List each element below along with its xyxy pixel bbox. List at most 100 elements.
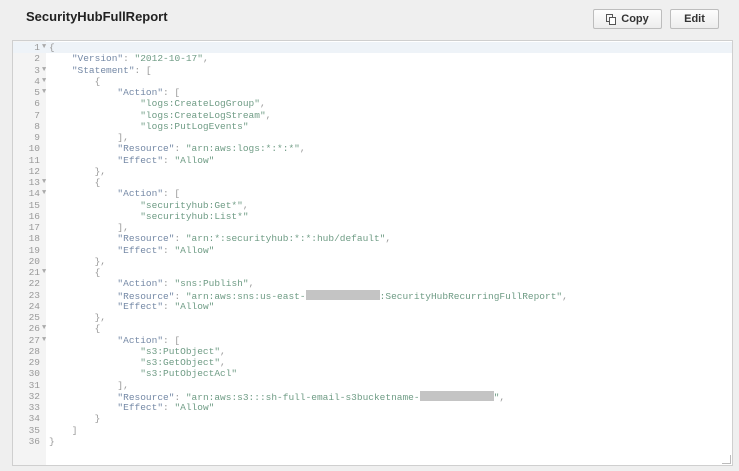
code-text: { — [49, 177, 101, 188]
code-text: "Action": [ — [49, 188, 180, 199]
line-number: 22 — [28, 278, 40, 290]
line-number: 3 — [34, 64, 40, 76]
code-line: 20 }, — [13, 256, 732, 267]
json-punctuation: : [ — [163, 334, 181, 346]
line-number: 17 — [28, 222, 40, 233]
json-string: "Allow" — [174, 300, 215, 312]
json-punctuation: ] — [49, 424, 78, 436]
line-number: 8 — [34, 120, 40, 132]
json-string: "arn:*:securityhub:*:*:hub/default" — [185, 233, 386, 245]
json-punctuation — [49, 87, 117, 98]
code-line: 27 ▼ "Action": [ — [13, 335, 732, 346]
json-punctuation: ], — [49, 132, 129, 143]
json-key: "Action" — [117, 334, 164, 346]
line-number: 14 — [28, 188, 40, 200]
json-string: "arn:aws:logs:*:*:*" — [185, 143, 300, 155]
json-punctuation — [49, 278, 117, 289]
json-key: "Effect" — [117, 402, 164, 413]
json-key: "Resource" — [117, 143, 175, 155]
json-punctuation: }, — [49, 165, 107, 177]
line-number: 31 — [28, 379, 40, 391]
json-key: "Statement" — [71, 64, 135, 76]
code-line: 23 "Resource": "arn:aws:sns:us-east-:Sec… — [13, 289, 732, 302]
fold-arrow-icon[interactable]: ▼ — [42, 65, 46, 76]
fold-arrow-icon[interactable]: ▼ — [42, 177, 46, 188]
code-line: 36} — [13, 436, 732, 447]
code-line: 24 "Effect": "Allow" — [13, 301, 732, 312]
code-text: "Resource": "arn:*:securityhub:*:*:hub/d… — [49, 233, 391, 244]
line-number: 30 — [28, 368, 40, 380]
json-punctuation: { — [49, 323, 101, 335]
fold-arrow-icon[interactable]: ▼ — [42, 76, 46, 87]
line-number: 16 — [28, 210, 40, 222]
json-string: "s3:PutObjectAcl" — [140, 368, 238, 380]
code-text: { — [49, 42, 55, 53]
line-number: 11 — [28, 154, 40, 166]
json-string: "logs:CreateLogStream" — [140, 109, 266, 121]
json-punctuation: , — [202, 53, 209, 65]
line-number: 1 — [34, 42, 40, 53]
copy-icon — [606, 13, 617, 25]
resize-handle[interactable] — [722, 455, 731, 464]
code-line: 32 "Resource": "arn:aws:s3:::sh-full-ema… — [13, 390, 732, 403]
json-string: "Allow" — [174, 402, 215, 413]
json-key: "Effect" — [117, 154, 164, 166]
edit-button[interactable]: Edit — [670, 9, 719, 29]
fold-arrow-icon[interactable]: ▼ — [42, 267, 46, 278]
json-punctuation — [49, 402, 117, 413]
json-editor[interactable]: 1 ▼{2 "Version": "2012-10-17", 3 ▼ "Stateme… — [12, 40, 733, 466]
code-line: 6 "logs:CreateLogGroup", — [13, 98, 732, 109]
fold-arrow-icon[interactable]: ▼ — [42, 335, 46, 346]
json-punctuation: : — [163, 300, 175, 312]
fold-arrow-icon[interactable]: ▼ — [42, 323, 46, 334]
copy-label: Copy — [621, 13, 649, 25]
json-key: "Effect" — [117, 244, 164, 256]
json-punctuation — [49, 143, 117, 154]
code-line: 17 ], — [13, 222, 732, 233]
fold-arrow-icon[interactable]: ▼ — [42, 87, 46, 98]
code-text: } — [49, 413, 101, 424]
line-number: 15 — [28, 199, 40, 211]
line-number: 28 — [28, 345, 40, 357]
json-string: "2012-10-17" — [134, 53, 203, 65]
code-line: 10 "Resource": "arn:aws:logs:*:*:*", — [13, 143, 732, 154]
code-line: 22 "Action": "sns:Publish", — [13, 278, 732, 289]
code-line: 3 ▼ "Statement": [ — [13, 65, 732, 76]
line-number: 25 — [28, 312, 40, 323]
line-number: 2 — [34, 53, 40, 65]
line-number: 7 — [34, 109, 40, 121]
line-number: 32 — [28, 390, 40, 402]
json-punctuation: , — [248, 278, 255, 290]
line-number: 27 — [28, 334, 40, 346]
fold-arrow-icon[interactable]: ▼ — [42, 42, 46, 53]
code-text: { — [49, 323, 101, 335]
line-number: 9 — [34, 132, 40, 143]
code-text: "Resource": "arn:aws:logs:*:*:*", — [49, 143, 305, 155]
code-line: 18 "Resource": "arn:*:securityhub:*:*:hu… — [13, 233, 732, 244]
code-text: "Effect": "Allow" — [49, 155, 214, 166]
copy-button[interactable]: Copy — [593, 9, 662, 29]
json-punctuation: : — [174, 233, 186, 245]
code-text: "securityhub:Get*", — [49, 199, 249, 211]
line-number: 10 — [28, 143, 40, 155]
json-string: "s3:PutObject" — [140, 345, 221, 357]
json-punctuation: : — [163, 402, 175, 413]
line-number: 29 — [28, 357, 40, 368]
json-punctuation: : [ — [163, 188, 181, 200]
json-punctuation: }, — [49, 255, 107, 267]
fold-arrow-icon[interactable]: ▼ — [42, 188, 46, 199]
code-line: 14 ▼ "Action": [ — [13, 188, 732, 199]
code-line: 25 }, — [13, 312, 732, 323]
json-punctuation — [49, 188, 117, 199]
json-punctuation: : — [163, 278, 175, 290]
code-line: 16 "securityhub:List*" — [13, 211, 732, 222]
json-punctuation: , — [242, 199, 249, 211]
json-punctuation: : — [163, 244, 175, 256]
code-line: 12 }, — [13, 166, 732, 177]
line-number: 19 — [28, 244, 40, 256]
json-punctuation: { — [49, 177, 101, 188]
code-line: 11 "Effect": "Allow" — [13, 155, 732, 166]
code-text: }, — [49, 256, 106, 267]
line-number: 23 — [28, 289, 40, 301]
line-number: 35 — [28, 424, 40, 436]
